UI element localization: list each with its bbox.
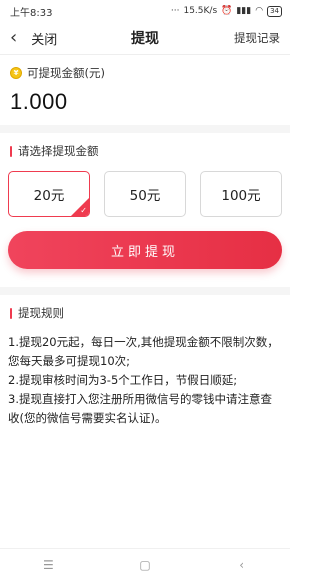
option-label[interactable]: 100元 (221, 184, 260, 204)
amount-section: ¥ 可提现金额(元) 1.000 (0, 55, 290, 115)
rule-item: 3.提现直接打入您注册所用微信号的零钱中请注意查收(您的微信号需要实名认证)。 (8, 392, 272, 425)
heading-bar (10, 307, 12, 319)
withdraw-button[interactable]: 立即提现 (8, 231, 282, 269)
system-nav-bar: ☰ ▢ ‹ (0, 548, 290, 580)
nav-bar: ‹ 关闭 提现 提现记录 (0, 22, 290, 54)
chevron-left-icon[interactable]: ‹ (10, 29, 17, 47)
rules-heading-label: 提现规则 (18, 306, 64, 320)
withdraw-records-link[interactable]: 提现记录 (234, 30, 280, 46)
menu-icon[interactable]: ☰ (28, 558, 68, 572)
back-triangle-icon[interactable]: ‹ (222, 558, 262, 572)
option-50[interactable]: 50元 (104, 171, 186, 217)
amount-label: 可提现金额(元) (27, 66, 105, 80)
option-100[interactable]: 100元 (200, 171, 282, 217)
battery-icon: 34 (267, 5, 282, 17)
amount-label-row: ¥ 可提现金额(元) (10, 65, 280, 81)
status-time: 上午8:33 (10, 7, 53, 19)
select-heading-label: 请选择提现金额 (18, 144, 99, 158)
section-gap (0, 287, 290, 295)
amount-value: 1.000 (10, 89, 68, 114)
check-icon: ✓ (80, 206, 87, 215)
coin-icon: ¥ (10, 67, 22, 79)
rules-heading: 提现规则 (0, 305, 290, 321)
signal-icon: ▮▮▮ (236, 6, 252, 16)
rules-list: 1.提现20元起，每日一次,其他提现金额不限制次数，您每天最多可提现10次; 2… (0, 321, 290, 428)
wifi-icon: ◠ (255, 6, 264, 16)
status-indicators: ··· 15.5K/s ⏰ ▮▮▮ ◠ 34 (170, 5, 282, 17)
close-button[interactable]: ‹ 关闭 (10, 29, 57, 48)
rule-item: 1.提现20元起，每日一次,其他提现金额不限制次数，您每天最多可提现10次; (8, 335, 279, 368)
close-label[interactable]: 关闭 (31, 29, 57, 48)
alarm-icon: ⏰ (221, 6, 233, 16)
dots-icon: ··· (170, 6, 180, 16)
option-label[interactable]: 20元 (34, 184, 65, 204)
option-label[interactable]: 50元 (130, 184, 161, 204)
rule-item: 2.提现审核时间为3-5个工作日，节假日顺延; (8, 373, 238, 387)
amount-options: 20元 ✓ 50元 100元 (0, 171, 290, 217)
status-bar: 上午8:33 ··· 15.5K/s ⏰ ▮▮▮ ◠ 34 (0, 0, 290, 22)
option-20[interactable]: 20元 ✓ (8, 171, 90, 217)
heading-bar (10, 145, 12, 157)
section-gap (0, 125, 290, 133)
home-icon[interactable]: ▢ (125, 558, 165, 572)
select-heading: 请选择提现金额 (0, 143, 290, 159)
network-speed: 15.5K/s (183, 6, 218, 16)
